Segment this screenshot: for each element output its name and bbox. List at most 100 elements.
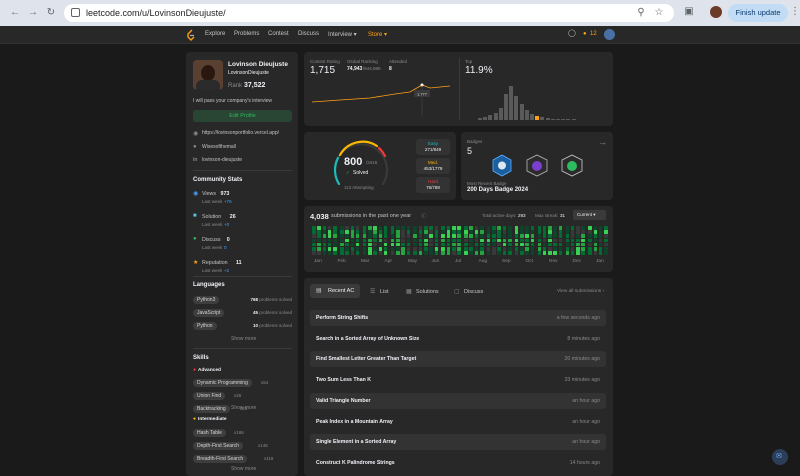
recent-ac-row[interactable]: Search in a Sorted Array of Unknown Size… xyxy=(310,331,606,347)
heatmap-cell xyxy=(576,234,580,238)
year-select[interactable]: Current ▾ xyxy=(573,210,606,220)
skills-show-more-intermediate[interactable]: Show more xyxy=(231,466,256,472)
community-stat-week-label: Last week xyxy=(202,245,223,250)
menu-dots-icon[interactable]: ⋮ xyxy=(788,5,800,19)
heatmap-cell xyxy=(345,242,349,247)
leetcode-logo-icon[interactable] xyxy=(186,29,196,41)
nav-interview[interactable]: Interview ▾ xyxy=(328,31,357,38)
heatmap-cell xyxy=(514,238,519,243)
easy-box[interactable]: Easy 271/849 xyxy=(416,139,450,155)
skill-count: x54 xyxy=(261,380,269,385)
heatmap-cell xyxy=(530,230,535,234)
browser-profile-avatar[interactable] xyxy=(710,6,722,18)
heatmap-cell xyxy=(558,230,563,234)
recent-ac-row[interactable]: Valid Triangle Number an hour ago xyxy=(310,392,606,409)
tab-discuss[interactable]: Discuss xyxy=(464,289,483,295)
skill-tag[interactable]: Depth-First Search xyxy=(193,442,243,450)
finish-update-button[interactable]: Finish update xyxy=(728,4,788,22)
heatmap-cell xyxy=(446,238,451,243)
github-link[interactable]: Wisesofthemall xyxy=(202,144,236,150)
fire-icon[interactable]: ● xyxy=(583,31,587,37)
nav-store[interactable]: Store ▾ xyxy=(368,31,387,38)
histogram-bar xyxy=(571,119,576,120)
skill-tag[interactable]: Backtracking xyxy=(193,405,230,413)
reload-icon[interactable]: ↻ xyxy=(44,6,58,20)
skills-show-more-advanced[interactable]: Show more xyxy=(231,405,256,411)
nav-problems[interactable]: Problems xyxy=(234,31,259,37)
nav-explore[interactable]: Explore xyxy=(205,31,225,37)
back-icon[interactable]: ← xyxy=(8,6,22,20)
heatmap-cell xyxy=(312,226,316,230)
language-solved-count: 45 problems solved xyxy=(252,310,292,315)
arrow-right-icon[interactable]: → xyxy=(598,137,607,147)
recent-ac-row[interactable]: Find Smallest Letter Greater Than Target… xyxy=(310,351,606,368)
heatmap-cell xyxy=(542,230,547,234)
heatmap-cell xyxy=(581,251,585,255)
website-link[interactable]: https://lovinsonportfolio.vercel.app/ xyxy=(202,130,279,136)
hard-box[interactable]: Hard 76/788 xyxy=(416,177,450,193)
heatmap-cell xyxy=(345,234,349,238)
submission-time: 33 minutes ago xyxy=(564,377,600,384)
address-bar[interactable]: leetcode.com/u/LovinsonDieujuste/ ⚲ ☆ xyxy=(64,4,674,22)
heatmap-cell xyxy=(340,226,344,230)
heatmap-cell xyxy=(413,226,417,230)
heatmap-cell xyxy=(457,234,461,238)
problem-title: Search in a Sorted Array of Unknown Size xyxy=(316,335,420,342)
recent-ac-row[interactable]: Construct K Palindrome Strings 14 hours a… xyxy=(310,455,606,471)
tab-recent-ac[interactable]: ▤ Recent AC xyxy=(310,284,360,298)
heatmap-cell xyxy=(548,230,552,234)
global-rank-total: /644,986 xyxy=(363,66,381,71)
badge-icons[interactable] xyxy=(492,154,588,178)
heatmap-cell xyxy=(413,247,417,251)
profile-avatar xyxy=(193,60,223,90)
heatmap-cell xyxy=(464,238,468,243)
view-all-submissions-link[interactable]: View all submissions › xyxy=(557,289,604,294)
tab-list[interactable]: List xyxy=(380,289,389,295)
bookmark-star-icon[interactable]: ☆ xyxy=(652,6,666,20)
tab-solutions[interactable]: Solutions xyxy=(416,289,439,295)
site-info-icon[interactable] xyxy=(71,8,80,17)
heatmap-cell xyxy=(553,238,557,243)
recent-ac-row[interactable]: Single Element in a Sorted Array an hour … xyxy=(310,434,606,451)
nav-discuss[interactable]: Discuss xyxy=(298,31,319,37)
languages-show-more[interactable]: Show more xyxy=(231,336,256,342)
skill-tag[interactable]: Dynamic Programming xyxy=(193,379,252,387)
zoom-icon[interactable]: ⚲ xyxy=(634,6,648,20)
solved-label: Solved xyxy=(353,170,369,176)
info-icon[interactable]: ⓘ xyxy=(421,212,427,220)
recent-ac-row[interactable]: Perform String Shifts a few seconds ago xyxy=(310,310,606,326)
heatmap-cell xyxy=(390,247,395,251)
contest-histogram[interactable] xyxy=(478,82,578,120)
heatmap-cell xyxy=(413,234,417,238)
extensions-icon[interactable]: ▣ xyxy=(682,5,696,19)
language-tag[interactable]: Python3 xyxy=(193,296,220,304)
heatmap-month-label: Sep xyxy=(502,259,511,264)
skill-tag[interactable]: Union Find xyxy=(193,392,226,400)
rating-trend-chart[interactable]: 1,777 xyxy=(310,78,456,120)
solved-check-icon: ✓ xyxy=(346,170,350,175)
heatmap-cell xyxy=(368,230,372,234)
heatmap-cell xyxy=(373,251,377,255)
medium-box[interactable]: Med. 453/1779 xyxy=(416,158,450,174)
linkedin-link[interactable]: lovinson-dieujuste xyxy=(202,157,242,163)
skill-tag[interactable]: Breadth-First Search xyxy=(193,455,248,463)
skill-count: x26 xyxy=(234,393,242,398)
heatmap-cell xyxy=(406,234,411,238)
heatmap-cell xyxy=(452,226,456,230)
user-avatar[interactable] xyxy=(604,29,615,40)
recent-ac-row[interactable]: Two Sum Less Than K 33 minutes ago xyxy=(310,372,606,388)
forward-icon[interactable]: → xyxy=(26,6,40,20)
browser-chrome: ← → ↻ leetcode.com/u/LovinsonDieujuste/ … xyxy=(0,0,800,26)
language-tag[interactable]: JavaScript xyxy=(193,309,225,317)
language-tag[interactable]: Python xyxy=(193,322,217,330)
chat-help-button[interactable]: ✉ xyxy=(772,449,788,465)
attempting-text: 113 Attempting xyxy=(344,185,374,190)
edit-profile-button[interactable]: Edit Profile xyxy=(193,110,292,122)
community-stat-week-label: Last week xyxy=(202,222,223,227)
max-streak-label: Max streak: xyxy=(535,213,559,218)
heatmap-cell xyxy=(576,242,580,247)
recent-ac-row[interactable]: Peak Index in a Mountain Array an hour ag… xyxy=(310,414,606,430)
nav-contest[interactable]: Contest xyxy=(268,31,289,37)
skill-tag[interactable]: Hash Table xyxy=(193,429,226,437)
bell-icon[interactable]: ◯ xyxy=(568,29,576,37)
